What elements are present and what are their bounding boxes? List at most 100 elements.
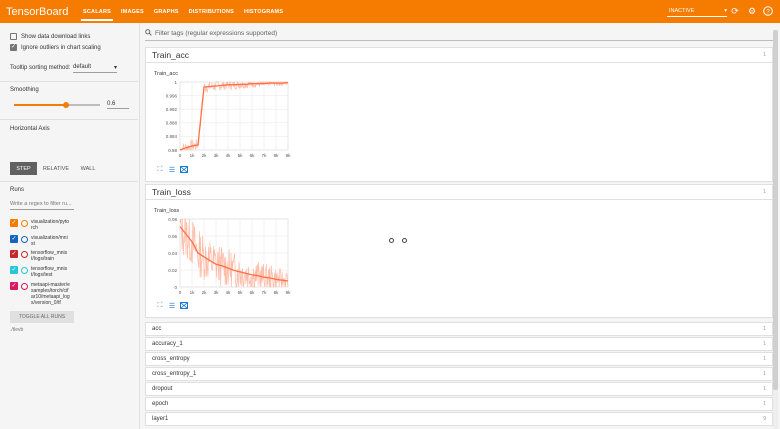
checkbox-icon[interactable] [10, 33, 17, 40]
tag-count: 1 [763, 52, 766, 58]
smoothing-input[interactable]: 0.6 [107, 101, 129, 109]
fullscreen-icon[interactable]: ⛶ [156, 166, 164, 173]
x-tick-label: 5k [238, 290, 244, 295]
tab-histograms[interactable]: HISTOGRAMS [239, 0, 288, 23]
search-icon [145, 29, 152, 38]
smoothing-label: Smoothing [10, 87, 39, 93]
loading-indicator [389, 238, 407, 243]
train-acc-chart[interactable]: 0.88 0.884 0.888 0.992 0.996 1 0 1k 2k 3k 4k 5k 6k 7k… [150, 78, 295, 164]
run-item[interactable]: ✓ visualization/pyto rch [10, 219, 81, 231]
logdir-text: ./tlevb [10, 327, 24, 333]
run-name: metaapi-master/e samples/torch/cif ar10/… [31, 282, 70, 306]
tab-scalars[interactable]: SCALARS [78, 0, 116, 23]
category-row[interactable]: acc 1 [145, 322, 773, 336]
data-list-icon[interactable]: ☰ [168, 302, 176, 310]
run-checkbox[interactable]: ✓ [10, 282, 18, 290]
show-download-links-toggle[interactable]: Show data download links [10, 33, 90, 40]
data-list-icon[interactable]: ☰ [168, 166, 176, 174]
run-color-icon [21, 266, 28, 274]
y-tick-label: 1 [174, 80, 177, 85]
tab-graphs[interactable]: GRAPHS [149, 0, 184, 23]
refresh-icon[interactable]: ⟳ [729, 5, 741, 17]
x-tick-label: 9k [286, 153, 292, 158]
card-header[interactable]: Train_loss 1 [146, 185, 772, 200]
category-row[interactable]: dropout 1 [145, 382, 773, 396]
x-tick-label: 0 [179, 153, 182, 158]
train-loss-chart[interactable]: 0 0.02 0.04 0.06 0.08 0 1k 2k 3k 4k 5k 6k 7k 8k 9k [150, 215, 295, 301]
axis-relative-button[interactable]: RELATIVE [40, 162, 72, 175]
runs-label: Runs [10, 187, 25, 193]
status-dropdown[interactable]: INACTIVE ▾ [667, 5, 727, 17]
category-row[interactable]: cross_entropy 1 [145, 352, 773, 366]
run-name: visualization/pyto rch [31, 219, 70, 231]
sorting-label: Tooltip sorting method: [10, 65, 71, 71]
slider-fill [14, 104, 66, 106]
category-count: 1 [763, 341, 766, 347]
run-checkbox[interactable]: ✓ [10, 266, 18, 274]
tag-filter-input[interactable]: Filter tags (regular expressions support… [155, 30, 277, 37]
tag-filter[interactable]: Filter tags (regular expressions support… [145, 27, 773, 41]
top-app-bar: TensorBoard SCALARS IMAGES GRAPHS DISTRI… [0, 0, 780, 23]
card-header[interactable]: Train_acc 1 [146, 48, 772, 63]
scrollbar[interactable] [773, 30, 778, 429]
category-count: 9 [763, 416, 766, 422]
fullscreen-icon[interactable]: ⛶ [156, 302, 164, 309]
run-color-icon [21, 250, 28, 258]
smoothing-slider[interactable] [14, 101, 100, 108]
status-label: INACTIVE [669, 7, 695, 14]
toggle-all-runs-button[interactable]: TOGGLE ALL RUNS [10, 311, 74, 323]
chart-title: Train_loss [154, 208, 180, 214]
category-row[interactable]: cross_entropy_1 1 [145, 367, 773, 381]
horizontal-axis-label: Horizontal Axis [10, 126, 50, 132]
ignore-outliers-label: Ignore outliers in chart scaling [21, 44, 101, 51]
x-tick-label: 7k [262, 153, 268, 158]
x-tick-label: 2k [202, 153, 208, 158]
fit-domain-icon[interactable] [180, 302, 188, 309]
x-tick-label: 1k [190, 290, 196, 295]
run-checkbox[interactable]: ✓ [10, 235, 18, 243]
category-row[interactable]: epoch 1 [145, 397, 773, 411]
divider [0, 81, 138, 82]
y-tick-label: 0.884 [166, 134, 178, 139]
run-checkbox[interactable]: ✓ [10, 219, 18, 227]
train-loss-card: Train_loss 1 Train_loss 0 0.02 0.04 0.06 0.0… [145, 184, 773, 318]
chevron-down-icon: ▾ [724, 7, 727, 14]
slider-thumb[interactable] [62, 101, 69, 108]
axis-wall-button[interactable]: WALL [76, 162, 100, 175]
run-checkbox[interactable]: ✓ [10, 250, 18, 258]
run-item[interactable]: ✓ visualization/mni st [10, 235, 81, 247]
x-tick-label: 8k [274, 153, 280, 158]
ignore-outliers-toggle[interactable]: ✓ Ignore outliers in chart scaling [10, 44, 101, 51]
show-download-links-label: Show data download links [21, 33, 91, 40]
axis-step-button[interactable]: STEP [10, 162, 37, 175]
x-tick-label: 0 [179, 290, 182, 295]
settings-icon[interactable]: ⚙ [746, 5, 758, 17]
fit-domain-icon[interactable] [180, 166, 188, 173]
sorting-value: default [73, 64, 92, 70]
y-tick-label: 0.08 [168, 217, 177, 222]
sorting-dropdown[interactable]: default ▾ [73, 64, 117, 73]
run-filter-input[interactable]: Write a regex to filter ru... [10, 201, 74, 210]
category-row[interactable]: layer1 9 [145, 412, 773, 426]
x-tick-label: 7k [262, 290, 268, 295]
help-icon[interactable]: ? [762, 5, 774, 17]
y-tick-label: 0.888 [166, 121, 178, 126]
checkbox-checked-icon[interactable]: ✓ [10, 44, 17, 51]
y-tick-label: 0 [174, 285, 177, 290]
tab-distributions[interactable]: DISTRIBUTIONS [184, 0, 239, 23]
tab-images[interactable]: IMAGES [116, 0, 149, 23]
x-tick-label: 2k [202, 290, 208, 295]
chevron-down-icon: ▾ [113, 65, 117, 71]
divider [0, 181, 138, 182]
x-tick-label: 4k [226, 153, 232, 158]
category-row[interactable]: accuracy_1 1 [145, 337, 773, 351]
x-tick-label: 6k [250, 153, 256, 158]
category-count: 1 [763, 386, 766, 392]
scrollbar-thumb[interactable] [773, 30, 778, 390]
run-color-icon [21, 219, 28, 227]
run-item[interactable]: ✓ tensorflow_mnis t/logs/train [10, 250, 81, 262]
run-item[interactable]: ✓ metaapi-master/e samples/torch/cif ar1… [10, 282, 81, 306]
run-item[interactable]: ✓ tensorflow_mnis t/logs/test [10, 266, 81, 278]
run-color-icon [21, 235, 28, 243]
category-name: epoch [152, 401, 169, 407]
